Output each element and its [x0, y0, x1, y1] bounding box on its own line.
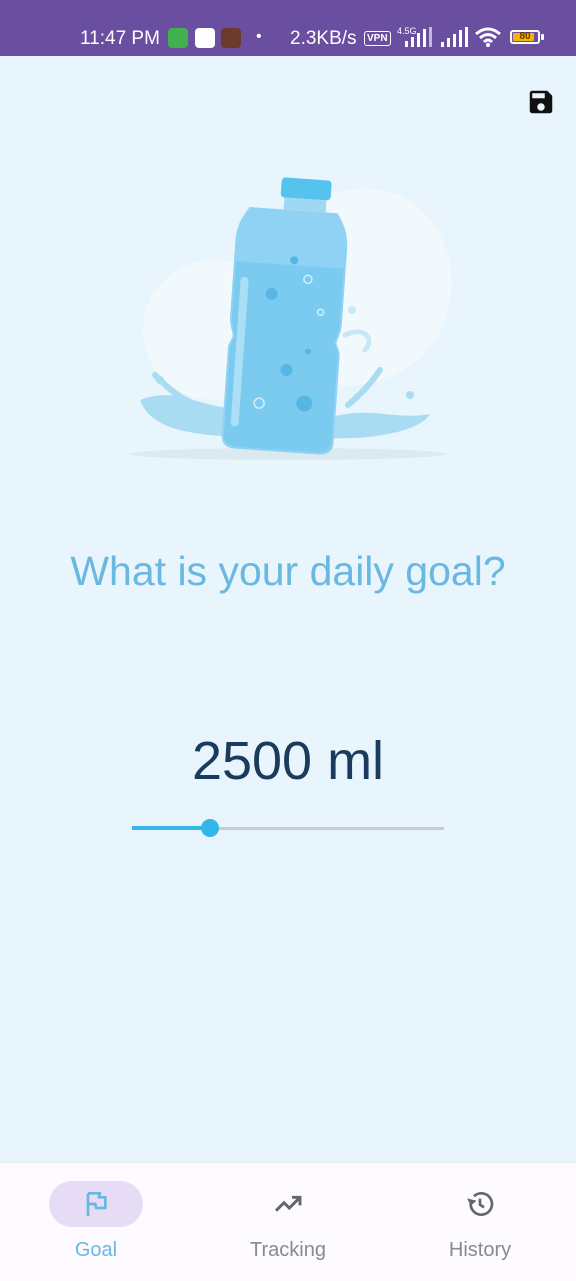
nav-label-tracking: Tracking — [250, 1239, 326, 1261]
wifi-icon — [475, 27, 501, 47]
battery-icon: 80 — [510, 30, 540, 44]
bottom-navigation: Goal Tracking History — [0, 1162, 576, 1281]
history-icon — [467, 1192, 494, 1216]
goal-value: 2500 ml — [191, 731, 385, 791]
nav-item-history[interactable]: History — [384, 1163, 576, 1281]
vpn-badge: VPN — [364, 31, 391, 46]
trending-up-icon — [274, 1195, 302, 1212]
signal-icon — [405, 27, 432, 47]
dot-icon: • — [256, 28, 262, 45]
save-button[interactable] — [526, 87, 556, 117]
signal-2-icon — [441, 27, 468, 47]
nav-item-goal[interactable]: Goal — [0, 1163, 192, 1281]
nav-label-history: History — [448, 1239, 512, 1261]
slider-thumb[interactable] — [201, 819, 219, 837]
flag-icon — [86, 1192, 107, 1216]
save-icon — [529, 90, 553, 114]
nav-label-goal: Goal — [74, 1239, 118, 1261]
goal-slider[interactable] — [132, 818, 444, 838]
nav-item-tracking[interactable]: Tracking — [192, 1163, 384, 1281]
battery-level: 80 — [519, 31, 531, 42]
water-bottle-illustration — [130, 177, 452, 460]
v-app-icon — [195, 28, 215, 48]
game-app-icon — [221, 28, 241, 48]
battery-tip — [541, 34, 544, 40]
app-notification-icon — [168, 28, 188, 48]
network-speed: 2.3KB/s — [290, 28, 357, 49]
status-time: 11:47 PM — [80, 28, 160, 49]
goal-question: What is your daily goal? — [70, 548, 506, 594]
status-bar: 11:47 PM • 2.3KB/s VPN 4.5G 80 — [0, 0, 576, 56]
slider-active-track — [132, 826, 210, 830]
